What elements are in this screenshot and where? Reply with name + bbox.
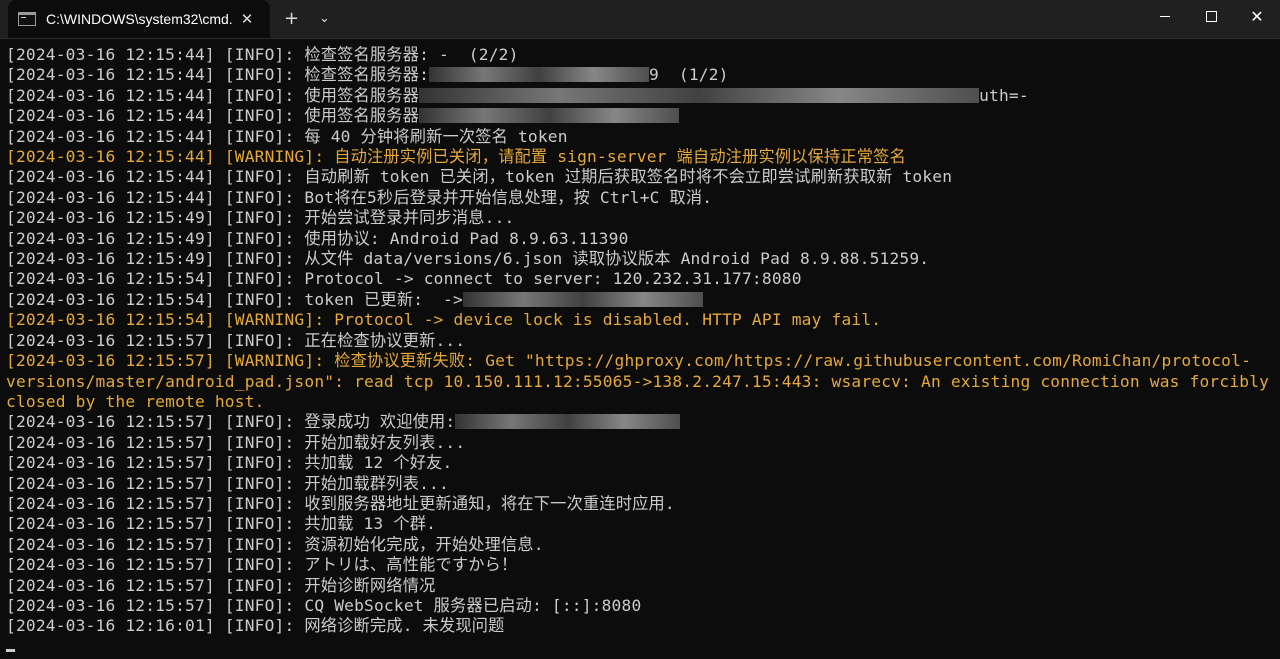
- log-text-tail: uth=-: [979, 85, 1029, 105]
- log-text: [2024-03-16 12:15:54] [WARNING]: Protoco…: [6, 310, 882, 330]
- close-icon: ✕: [1250, 6, 1264, 26]
- log-text: [2024-03-16 12:15:44] [WARNING]: 自动注册实例已…: [6, 147, 906, 167]
- maximize-button[interactable]: [1188, 0, 1234, 32]
- log-text: [2024-03-16 12:15:44] [INFO]: 使用签名服务器: [6, 106, 420, 126]
- log-text: [2024-03-16 12:15:57] [INFO]: 登录成功 欢迎使用:: [6, 412, 456, 432]
- log-line: [2024-03-16 12:15:49] [INFO]: 开始尝试登录并同步消…: [6, 208, 1280, 228]
- log-line: [2024-03-16 12:15:57] [INFO]: 共加载 12 个好友…: [6, 453, 1280, 473]
- log-text: [2024-03-16 12:15:49] [INFO]: 使用协议: Andr…: [6, 228, 629, 248]
- log-line: [2024-03-16 12:15:57] [INFO]: 登录成功 欢迎使用:: [6, 412, 1280, 432]
- text-cursor: [6, 648, 15, 652]
- log-line: [2024-03-16 12:15:44] [INFO]: 检查签名服务器: -…: [6, 45, 1280, 65]
- tab-close-icon[interactable]: ✕: [234, 10, 260, 28]
- log-line: [2024-03-16 12:15:54] [INFO]: token 已更新:…: [6, 290, 1280, 310]
- log-text: [2024-03-16 12:15:57] [INFO]: 收到服务器地址更新通…: [6, 493, 675, 513]
- log-text: [2024-03-16 12:15:57] [INFO]: 共加载 12 个好友…: [6, 453, 453, 473]
- redacted-region: [419, 87, 980, 103]
- new-tab-button[interactable]: +: [284, 9, 299, 29]
- log-line: [2024-03-16 12:15:57] [INFO]: 收到服务器地址更新通…: [6, 494, 1280, 514]
- maximize-icon: [1205, 10, 1217, 22]
- log-line: [2024-03-16 12:15:44] [INFO]: 每 40 分钟将刷新…: [6, 127, 1280, 147]
- log-line-warning: [2024-03-16 12:15:44] [WARNING]: 自动注册实例已…: [6, 147, 1280, 167]
- log-text: [2024-03-16 12:15:44] [INFO]: 检查签名服务器:: [6, 65, 430, 85]
- log-line: [2024-03-16 12:15:44] [INFO]: Bot将在5秒后登录…: [6, 188, 1280, 208]
- log-line: [2024-03-16 12:15:57] [INFO]: 正在检查协议更新..…: [6, 331, 1280, 351]
- log-line: [2024-03-16 12:15:57] [INFO]: 开始加载好友列表..…: [6, 433, 1280, 453]
- log-text: [2024-03-16 12:15:49] [INFO]: 开始尝试登录并同步消…: [6, 208, 515, 228]
- log-line: [2024-03-16 12:15:44] [INFO]: 使用签名服务器 uth…: [6, 86, 1280, 106]
- log-line: [2024-03-16 12:15:57] [INFO]: 开始加载群列表...: [6, 474, 1280, 494]
- log-text: [2024-03-16 12:15:57] [WARNING]: 检查协议更新失…: [6, 351, 1280, 411]
- title-bar: C:\WINDOWS\system32\cmd. ✕ + ⌄ ✕: [0, 0, 1280, 39]
- log-line: [2024-03-16 12:16:01] [INFO]: 网络诊断完成. 未发…: [6, 616, 1280, 636]
- log-text: [2024-03-16 12:15:44] [INFO]: 每 40 分钟将刷新…: [6, 126, 568, 146]
- log-text: [2024-03-16 12:15:54] [INFO]: Protocol -…: [6, 269, 802, 289]
- log-text: [2024-03-16 12:16:01] [INFO]: 网络诊断完成. 未发…: [6, 616, 505, 636]
- log-line-warning: [2024-03-16 12:15:57] [WARNING]: 检查协议更新失…: [6, 351, 1280, 412]
- minimize-button[interactable]: [1142, 0, 1188, 32]
- log-text: [2024-03-16 12:15:44] [INFO]: 检查签名服务器: -…: [6, 45, 519, 64]
- log-line: [2024-03-16 12:15:49] [INFO]: 使用协议: Andr…: [6, 229, 1280, 249]
- log-text: [2024-03-16 12:15:49] [INFO]: 从文件 data/v…: [6, 249, 930, 269]
- chevron-down-icon[interactable]: ⌄: [319, 9, 330, 29]
- log-line: [2024-03-16 12:15:49] [INFO]: 从文件 data/v…: [6, 249, 1280, 269]
- log-text: [2024-03-16 12:15:44] [INFO]: 使用签名服务器: [6, 85, 420, 105]
- log-text: [2024-03-16 12:15:44] [INFO]: Bot将在5秒后登录…: [6, 187, 713, 207]
- log-line: [2024-03-16 12:15:57] [INFO]: 共加载 13 个群.: [6, 514, 1280, 534]
- console-output[interactable]: [2024-03-16 12:15:44] [INFO]: 检查签名服务器: -…: [0, 39, 1280, 657]
- log-line: [2024-03-16 12:15:57] [INFO]: 资源初始化完成，开始…: [6, 535, 1280, 555]
- log-line-warning: [2024-03-16 12:15:54] [WARNING]: Protoco…: [6, 310, 1280, 330]
- log-text: [2024-03-16 12:15:57] [INFO]: 开始加载好友列表..…: [6, 432, 466, 452]
- log-text: [2024-03-16 12:15:57] [INFO]: 正在检查协议更新..…: [6, 330, 466, 350]
- log-line: [2024-03-16 12:15:44] [INFO]: 自动刷新 token…: [6, 167, 1280, 187]
- minimize-icon: [1160, 15, 1170, 17]
- redacted-region: [455, 414, 681, 430]
- cmd-icon: [18, 12, 36, 26]
- log-text: [2024-03-16 12:15:57] [INFO]: 开始加载群列表...: [6, 473, 449, 493]
- log-text: [2024-03-16 12:15:57] [INFO]: 共加载 13 个群.: [6, 514, 437, 534]
- log-line: [2024-03-16 12:15:57] [INFO]: CQ WebSock…: [6, 596, 1280, 616]
- log-text: [2024-03-16 12:15:57] [INFO]: 开始诊断网络情况: [6, 575, 436, 595]
- terminal-tab[interactable]: C:\WINDOWS\system32\cmd. ✕: [8, 0, 270, 38]
- log-text: [2024-03-16 12:15:57] [INFO]: CQ WebSock…: [6, 595, 642, 615]
- log-text-tail: 9 (1/2): [649, 65, 729, 85]
- log-line: [2024-03-16 12:15:57] [INFO]: アトリは、高性能です…: [6, 555, 1280, 575]
- redacted-region: [419, 108, 680, 124]
- redacted-region: [462, 291, 703, 307]
- tab-title: C:\WINDOWS\system32\cmd.: [46, 11, 233, 27]
- log-text: [2024-03-16 12:15:54] [INFO]: token 已更新:…: [6, 289, 463, 309]
- log-line: [2024-03-16 12:15:57] [INFO]: 开始诊断网络情况: [6, 576, 1280, 596]
- redacted-region: [429, 67, 650, 83]
- close-window-button[interactable]: ✕: [1234, 0, 1280, 32]
- log-line: [2024-03-16 12:15:54] [INFO]: Protocol -…: [6, 269, 1280, 289]
- log-text: [2024-03-16 12:15:57] [INFO]: 资源初始化完成，开始…: [6, 534, 544, 554]
- log-line: [2024-03-16 12:15:44] [INFO]: 使用签名服务器: [6, 106, 1280, 126]
- log-line: [2024-03-16 12:15:44] [INFO]: 检查签名服务器: 9 …: [6, 65, 1280, 85]
- prompt-line: [6, 637, 1280, 657]
- log-text: [2024-03-16 12:15:57] [INFO]: アトリは、高性能です…: [6, 555, 518, 575]
- log-text: [2024-03-16 12:15:44] [INFO]: 自动刷新 token…: [6, 167, 953, 187]
